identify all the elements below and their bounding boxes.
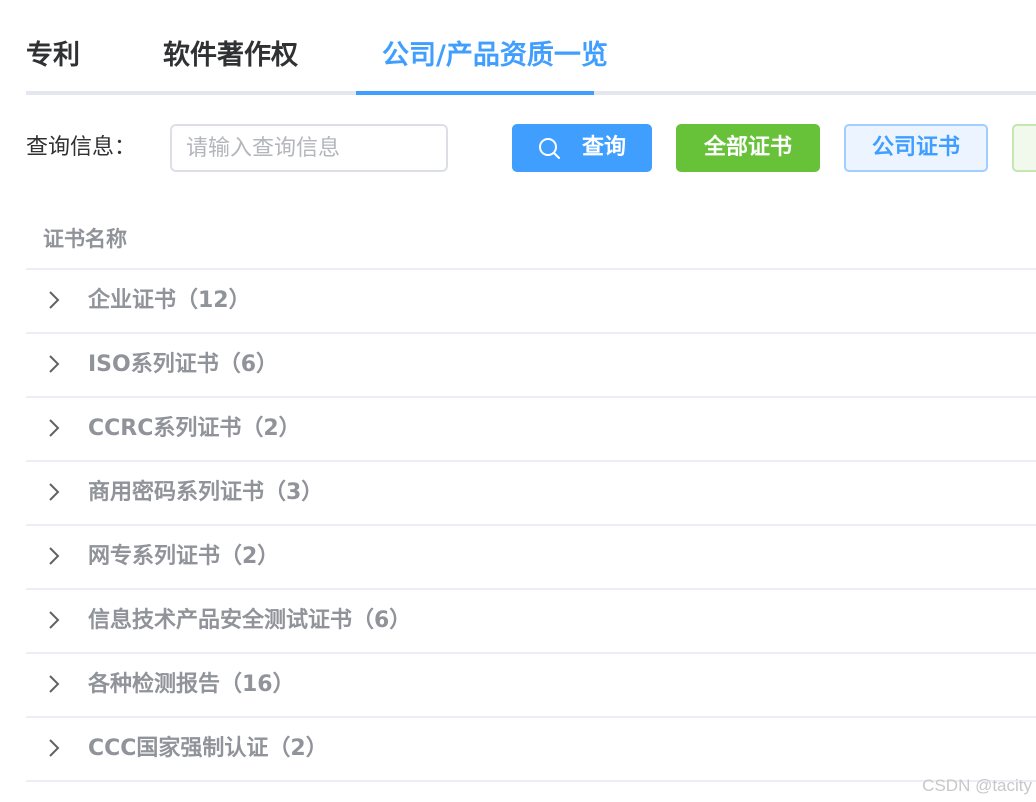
tab-software-copyright[interactable]: 软件著作权 (163, 36, 298, 76)
all-certificates-button[interactable]: 全部证书 (676, 124, 820, 172)
chevron-right-icon[interactable] (46, 546, 62, 566)
search-label: 查询信息： (26, 135, 137, 160)
chevron-right-icon[interactable] (46, 738, 62, 758)
table-row[interactable]: 商用密码系列证书（3） (26, 462, 1036, 526)
next-filter-button[interactable] (1012, 124, 1036, 172)
row-label: CCC国家强制认证（2） (88, 736, 328, 761)
table-row[interactable]: 企业证书（12） (26, 270, 1036, 334)
table-row[interactable]: 信息技术产品安全测试证书（6） (26, 590, 1036, 654)
row-label: ISO系列证书（6） (88, 352, 279, 377)
query-button[interactable]: 查询 (512, 124, 652, 172)
row-label: 商用密码系列证书（3） (88, 480, 324, 505)
search-bar: 查询信息： 查询 全部证书 公司证书 (26, 124, 1036, 172)
row-label: 信息技术产品安全测试证书（6） (88, 608, 412, 633)
table-header-certificate-name: 证书名称 (26, 208, 1036, 270)
page: 专利 软件著作权 公司/产品资质一览 查询信息： 查询 全部证书 公司证书 证书… (0, 0, 1036, 802)
table-row[interactable]: CCRC系列证书（2） (26, 398, 1036, 462)
chevron-right-icon[interactable] (46, 354, 62, 374)
row-label: CCRC系列证书（2） (88, 416, 301, 441)
query-button-label: 查询 (581, 135, 626, 160)
table-row[interactable]: 网专系列证书（2） (26, 526, 1036, 590)
table-row[interactable]: CCC国家强制认证（2） (26, 718, 1036, 782)
row-label: 网专系列证书（2） (88, 544, 280, 569)
table-row[interactable]: 各种检测报告（16） (26, 654, 1036, 718)
tab-patent[interactable]: 专利 (26, 36, 80, 76)
chevron-right-icon[interactable] (46, 610, 62, 630)
company-certificates-button[interactable]: 公司证书 (844, 124, 988, 172)
row-label: 企业证书（12） (88, 288, 251, 313)
chevron-right-icon[interactable] (46, 482, 62, 502)
search-icon (538, 137, 560, 159)
table-row[interactable]: ISO系列证书（6） (26, 334, 1036, 398)
chevron-right-icon[interactable] (46, 674, 62, 694)
row-label: 各种检测报告（16） (88, 672, 295, 697)
tab-bar: 专利 软件著作权 公司/产品资质一览 (26, 0, 1036, 95)
chevron-right-icon[interactable] (46, 418, 62, 438)
tab-qualifications[interactable]: 公司/产品资质一览 (382, 36, 608, 76)
chevron-right-icon[interactable] (46, 290, 62, 310)
certificate-table: 证书名称 企业证书（12） ISO系列证书（6） CCRC系列证书（2） 商用密… (26, 208, 1036, 782)
watermark: CSDN @tacity (922, 776, 1032, 795)
active-tab-indicator (356, 91, 594, 95)
search-input[interactable] (170, 124, 448, 172)
